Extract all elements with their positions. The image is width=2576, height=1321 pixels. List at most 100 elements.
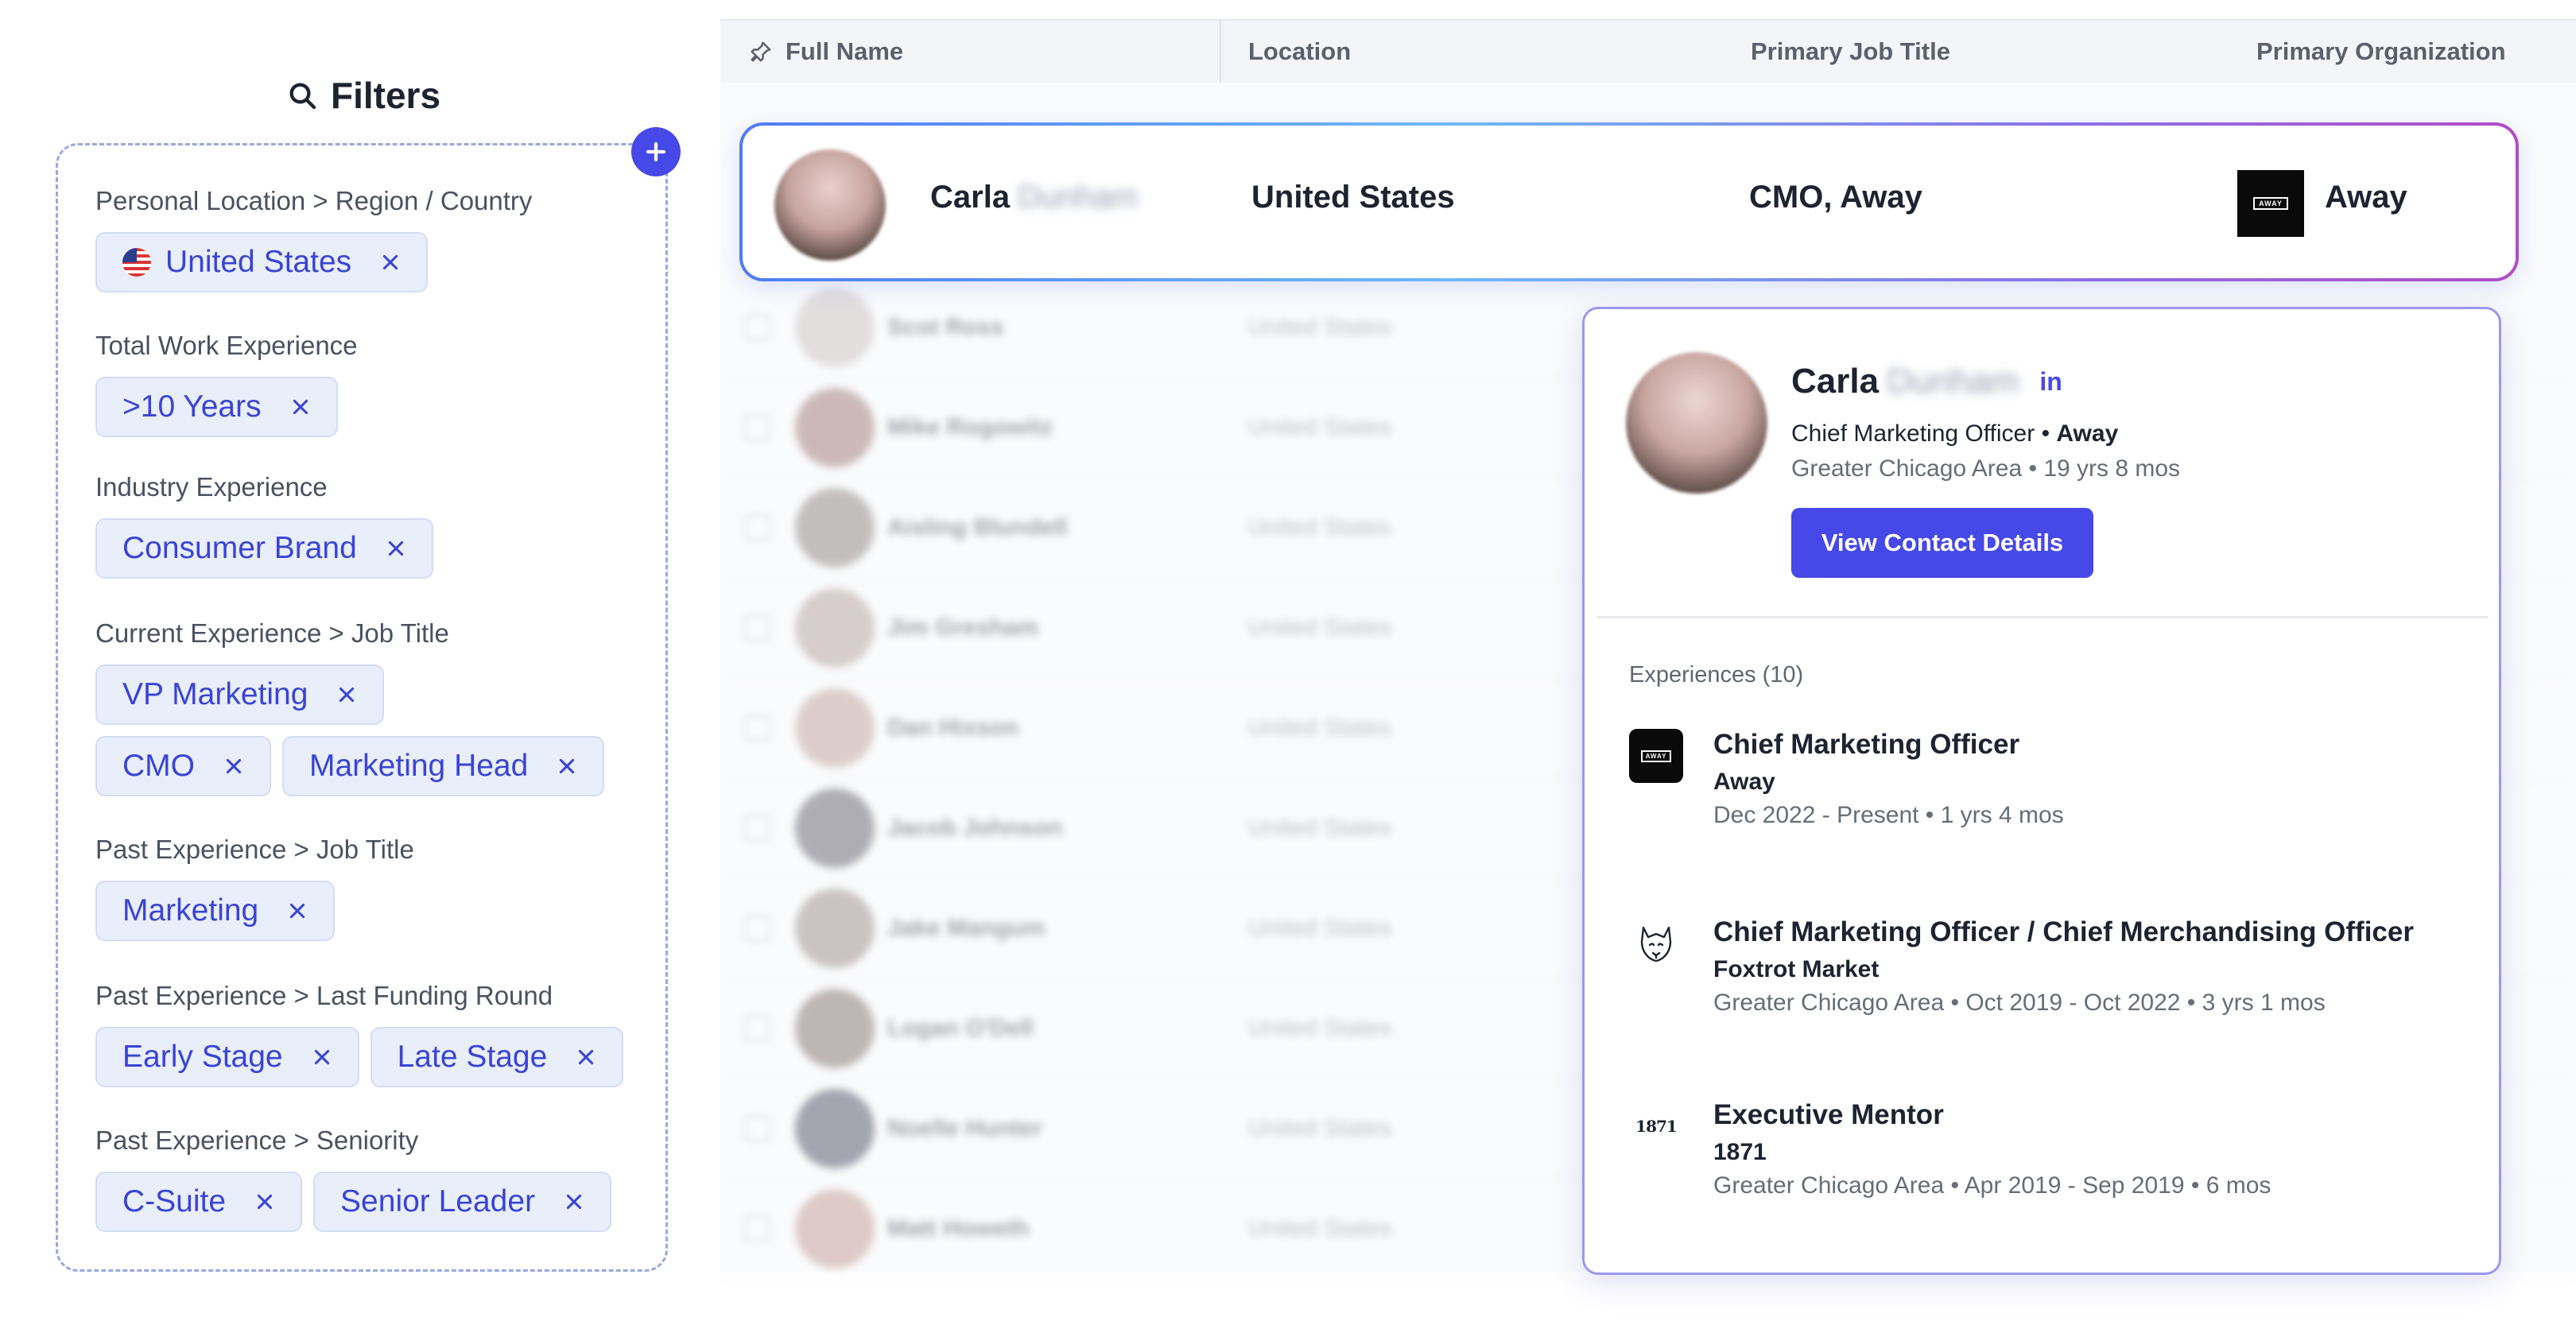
filter-chip[interactable]: Marketing Head	[282, 736, 605, 796]
filter-group-current-job-title: Current Experience > Job Title VP Market…	[95, 614, 605, 796]
filter-group-funding-round: Past Experience > Last Funding Round Ear…	[95, 976, 624, 1087]
filter-chip-label: >10 Years	[122, 389, 262, 424]
row-location: United States	[1248, 815, 1392, 841]
row-checkbox[interactable]	[744, 1215, 771, 1242]
avatar	[795, 388, 875, 467]
row-location: United States	[1248, 614, 1392, 641]
row-checkbox[interactable]	[744, 1015, 771, 1042]
filter-chip[interactable]: Late Stage	[370, 1027, 624, 1087]
filter-group-industry: Industry Experience Consumer Brand	[95, 467, 433, 579]
filter-label: Personal Location > Region / Country	[95, 186, 533, 215]
filter-group-work-experience: Total Work Experience >10 Years	[95, 326, 358, 437]
filter-chip-label: VP Marketing	[122, 677, 308, 711]
fox-logo	[1629, 916, 1683, 970]
away-logo: AWAY	[1629, 729, 1683, 783]
row-name: Scot Ross	[887, 314, 1004, 340]
filter-label: Industry Experience	[95, 472, 328, 502]
remove-chip-icon[interactable]	[223, 756, 244, 777]
filters-heading: Filters	[286, 70, 440, 121]
row-name: Mike Rogowitz	[887, 414, 1053, 440]
filter-chip[interactable]: Marketing	[95, 881, 336, 941]
filter-chip[interactable]: CMO	[95, 736, 271, 796]
remove-chip-icon[interactable]	[576, 1047, 596, 1067]
row-name: Jim Gresham	[887, 614, 1039, 641]
search-icon	[289, 83, 316, 110]
remove-chip-icon[interactable]	[557, 756, 577, 777]
avatar	[795, 989, 875, 1068]
experience-dates: Greater Chicago Area • Apr 2019 - Sep 20…	[1713, 1172, 2271, 1199]
avatar	[795, 488, 875, 568]
row-checkbox[interactable]	[744, 815, 771, 842]
row-checkbox[interactable]	[744, 614, 771, 641]
row-name: Aisling Blundell	[887, 514, 1068, 540]
column-header-full-name[interactable]: Full Name	[749, 37, 903, 66]
remove-chip-icon[interactable]	[287, 901, 308, 921]
row-location: United States	[1248, 1215, 1392, 1242]
avatar	[795, 288, 875, 367]
remove-chip-icon[interactable]	[290, 397, 311, 417]
filter-group-past-job-title: Past Experience > Job Title Marketing	[95, 830, 414, 941]
row-location: United States	[1248, 314, 1392, 340]
column-header-location[interactable]: Location	[1248, 37, 1351, 66]
filter-chip-label: C-Suite	[122, 1184, 227, 1218]
row-name: Noelle Hunter	[887, 1115, 1043, 1141]
profile-card: Carla Dunham in Chief Marketing Officer •…	[1582, 307, 2501, 1275]
row-location: United States	[1248, 915, 1392, 941]
filter-label: Past Experience > Seniority	[95, 1125, 419, 1155]
row-name: Jake Mangum	[887, 915, 1046, 941]
filter-chip-label: Senior Leader	[340, 1184, 536, 1218]
filter-chip-label: CMO	[122, 749, 195, 783]
avatar	[795, 788, 875, 868]
filters-title: Filters	[331, 75, 441, 116]
plus-icon	[646, 141, 666, 162]
column-divider	[1220, 19, 1221, 83]
remove-chip-icon[interactable]	[564, 1191, 584, 1212]
filter-chip[interactable]: VP Marketing	[95, 664, 385, 725]
experience-dates: Dec 2022 - Present • 1 yrs 4 mos	[1713, 802, 2064, 828]
add-filter-button[interactable]	[631, 127, 681, 176]
avatar	[795, 1089, 875, 1168]
profile-avatar	[1626, 352, 1767, 494]
highlighted-table-row[interactable]: Carla Dunham United States CMO, Away AWAY…	[739, 122, 2519, 281]
remove-chip-icon[interactable]	[336, 684, 357, 705]
row-checkbox[interactable]	[744, 414, 771, 441]
avatar	[795, 1189, 875, 1269]
filter-chip[interactable]: Consumer Brand	[95, 518, 433, 579]
filter-group-seniority: Past Experience > Seniority C-Suite Seni…	[95, 1121, 612, 1232]
row-name: Jacob Johnson	[887, 815, 1063, 841]
remove-chip-icon[interactable]	[386, 538, 406, 559]
experience-title: Chief Marketing Officer / Chief Merchand…	[1713, 916, 2414, 947]
experience-company: Foxtrot Market	[1713, 956, 1880, 982]
filter-chip[interactable]: United States	[95, 232, 429, 292]
filter-chip[interactable]: Senior Leader	[313, 1172, 612, 1232]
filter-chip-label: Marketing Head	[309, 749, 529, 783]
row-name: Dan Hixson	[887, 715, 1019, 741]
column-header-job-title[interactable]: Primary Job Title	[1751, 37, 1950, 66]
row-organization[interactable]: Away	[2325, 180, 2407, 215]
filter-chip-label: Consumer Brand	[122, 531, 357, 565]
remove-chip-icon[interactable]	[254, 1191, 275, 1212]
row-location: United States	[1248, 1015, 1392, 1041]
linkedin-icon[interactable]: in	[2039, 367, 2062, 397]
filter-chip[interactable]: >10 Years	[95, 377, 338, 437]
experience-company: 1871	[1713, 1139, 1767, 1165]
row-checkbox[interactable]	[744, 1115, 771, 1142]
row-full-name[interactable]: Carla Dunham	[930, 180, 1138, 215]
row-location: United States	[1248, 715, 1392, 741]
remove-chip-icon[interactable]	[312, 1047, 332, 1067]
filter-label: Past Experience > Last Funding Round	[95, 981, 553, 1010]
row-checkbox[interactable]	[744, 514, 771, 541]
row-checkbox[interactable]	[744, 915, 771, 942]
column-header-organization[interactable]: Primary Organization	[2256, 37, 2506, 66]
view-contact-details-button[interactable]: View Contact Details	[1791, 508, 2093, 578]
remove-chip-icon[interactable]	[380, 252, 401, 273]
experience-title: Executive Mentor	[1713, 1099, 1944, 1130]
filter-chip[interactable]: C-Suite	[95, 1172, 303, 1232]
filter-chip[interactable]: Early Stage	[95, 1027, 359, 1087]
row-checkbox[interactable]	[744, 314, 771, 341]
experiences-heading: Experiences (10)	[1629, 662, 1804, 688]
experience-company: Away	[1713, 769, 1775, 795]
profile-meta: Greater Chicago Area • 19 yrs 8 mos	[1791, 455, 2181, 482]
row-checkbox[interactable]	[744, 715, 771, 742]
avatar	[795, 889, 875, 968]
